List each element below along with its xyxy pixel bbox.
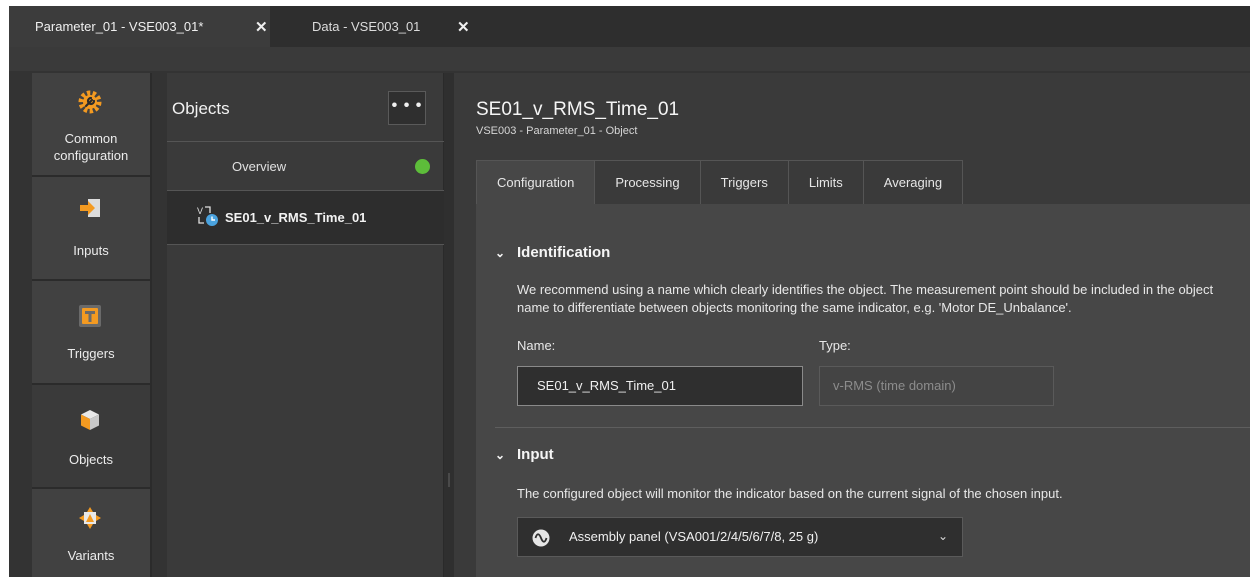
input-select-value: Assembly panel (VSA001/2/4/5/6/7/8, 25 g… xyxy=(569,529,819,544)
objects-panel-title: Objects xyxy=(172,99,230,118)
toolbar-band xyxy=(9,47,1250,71)
objects-panel: Objects • • • Overview V SE01_v_RMS_Time… xyxy=(167,73,444,577)
tab-data[interactable]: Data - VSE003_01 ✕ xyxy=(270,6,483,47)
tab-data-label: Data - VSE003_01 xyxy=(312,19,421,34)
tab-triggers[interactable]: Triggers xyxy=(700,161,789,204)
tab-parameter-label: Parameter_01 - VSE003_01* xyxy=(35,19,204,34)
nav-label-inputs: Inputs xyxy=(73,243,109,258)
identification-section-header[interactable]: ⌄ Identification xyxy=(495,244,610,261)
document-tabstrip: Parameter_01 - VSE003_01* ✕ Data - VSE00… xyxy=(9,6,1250,47)
tab-averaging[interactable]: Averaging xyxy=(863,161,963,204)
name-label: Name: xyxy=(517,338,556,353)
signal-icon xyxy=(532,529,550,547)
nav-label-triggers: Triggers xyxy=(67,346,115,361)
more-options-button[interactable]: • • • xyxy=(388,91,426,125)
chevron-down-icon: ⌄ xyxy=(938,529,949,543)
name-field[interactable]: SE01_v_RMS_Time_01 xyxy=(517,366,803,406)
input-heading: Input xyxy=(517,446,554,463)
divider xyxy=(167,244,444,245)
list-item-object[interactable]: V SE01_v_RMS_Time_01 xyxy=(167,191,444,244)
nav-item-variants[interactable]: Variants xyxy=(32,489,150,577)
type-label: Type: xyxy=(819,338,851,353)
nav-item-objects[interactable]: Objects xyxy=(32,385,150,489)
app-window: Parameter_01 - VSE003_01* ✕ Data - VSE00… xyxy=(9,6,1250,577)
identification-heading: Identification xyxy=(517,244,611,261)
close-icon[interactable]: ✕ xyxy=(457,18,470,36)
list-item-overview[interactable]: Overview xyxy=(167,142,444,190)
variants-icon xyxy=(79,507,101,529)
config-tabs: Configuration Processing Triggers Limits… xyxy=(476,160,964,204)
nav-item-common-configuration[interactable]: Common configuration xyxy=(32,73,150,177)
tab-limits[interactable]: Limits xyxy=(788,161,864,204)
input-select[interactable]: Assembly panel (VSA001/2/4/5/6/7/8, 25 g… xyxy=(517,517,963,557)
nav-label-objects: Objects xyxy=(68,452,114,467)
cube-icon xyxy=(81,410,99,430)
svg-text:V: V xyxy=(197,206,203,216)
main-content: SE01_v_RMS_Time_01 VSE003 - Parameter_01… xyxy=(454,73,1250,577)
overview-label: Overview xyxy=(232,159,287,174)
left-navigation: Common configuration Inputs Triggers Obj… xyxy=(32,73,152,577)
splitter-grip[interactable] xyxy=(448,473,450,487)
identification-description: We recommend using a name which clearly … xyxy=(517,282,1214,315)
chevron-down-icon: ⌄ xyxy=(495,448,506,462)
status-indicator xyxy=(415,159,430,174)
nav-label-line1: Common xyxy=(64,131,118,146)
input-arrow-icon xyxy=(80,199,100,217)
page-title: SE01_v_RMS_Time_01 xyxy=(476,99,680,120)
tab-configuration[interactable]: Configuration xyxy=(477,161,596,204)
configuration-panel: ⌄ Identification We recommend using a nam… xyxy=(476,204,1250,577)
nav-label-line2: configuration xyxy=(53,148,129,163)
input-description: The configured object will monitor the i… xyxy=(517,486,1063,501)
divider xyxy=(495,427,1250,428)
object-item-label: SE01_v_RMS_Time_01 xyxy=(225,210,367,225)
panel-splitter[interactable] xyxy=(444,73,454,577)
nav-item-triggers[interactable]: Triggers xyxy=(32,281,150,385)
tab-parameter[interactable]: Parameter_01 - VSE003_01* ✕ xyxy=(9,6,270,47)
rms-time-object-icon: V xyxy=(197,206,218,226)
input-section-header[interactable]: ⌄ Input xyxy=(495,446,554,463)
nav-item-inputs[interactable]: Inputs xyxy=(32,177,150,281)
gear-wrench-icon xyxy=(78,90,102,114)
breadcrumb: VSE003 - Parameter_01 - Object xyxy=(476,125,638,137)
type-field: v-RMS (time domain) xyxy=(819,366,1054,406)
trigger-t-icon xyxy=(79,305,101,327)
nav-label-variants: Variants xyxy=(67,548,115,563)
close-icon[interactable]: ✕ xyxy=(255,18,268,36)
tab-processing[interactable]: Processing xyxy=(595,161,701,204)
chevron-down-icon: ⌄ xyxy=(495,246,506,260)
